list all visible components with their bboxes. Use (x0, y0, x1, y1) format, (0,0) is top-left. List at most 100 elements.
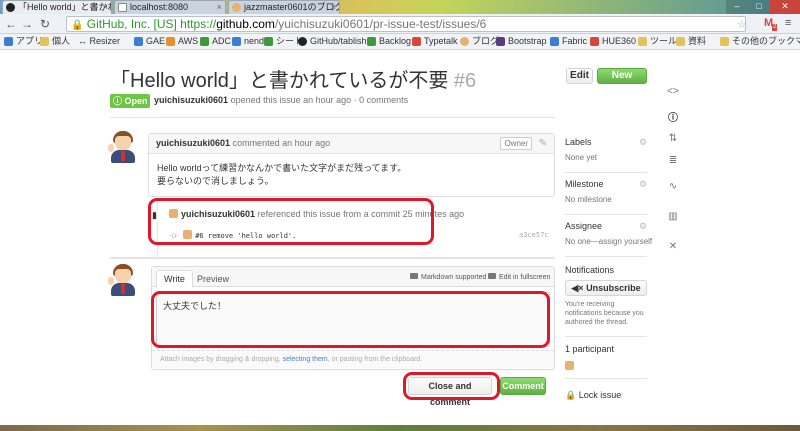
bookmark-hue360[interactable]: HUE360 (590, 34, 636, 49)
window-close-icon[interactable]: ✕ (770, 0, 800, 14)
open-issue-icon: ⓘ (113, 96, 123, 106)
bookmark-fabric[interactable]: Fabric (550, 34, 587, 49)
issue-author-link[interactable]: yuichisuzuki0601 (154, 95, 228, 105)
pull-request-icon[interactable]: ⇅ (667, 133, 679, 144)
avatar[interactable] (565, 361, 574, 370)
tab-blog[interactable]: jazzmaster0601のブログ × (228, 0, 340, 14)
bookmark-personal[interactable]: 個人 (40, 34, 70, 49)
comment-author-link[interactable]: yuichisuzuki0601 (156, 138, 230, 148)
lock-icon: 🔒 (71, 20, 84, 31)
gear-icon[interactable]: ⚙ (639, 137, 647, 148)
desktop-strip (0, 425, 800, 431)
bookmark-other[interactable]: その他のブックマーク (720, 34, 800, 49)
url-input[interactable]: 🔒 GitHub, Inc. [US] https://github.com/y… (66, 16, 746, 32)
tab-title: 「Hello world」と書かれて (18, 2, 111, 12)
new-issue-button[interactable]: New issue (597, 68, 647, 95)
bootstrap-icon (496, 37, 505, 46)
folder-icon (638, 37, 647, 46)
bookmark-adc[interactable]: ADC (200, 34, 231, 49)
graphs-icon[interactable]: ▥ (667, 211, 679, 222)
forward-icon[interactable]: → (20, 17, 34, 31)
url-path: /yuichisuzuki0601/pr-issue-test/issues/6 (274, 17, 487, 31)
bookmark-star-icon[interactable]: ☆ (737, 18, 747, 31)
divider (110, 257, 555, 259)
hue360-icon (590, 37, 599, 46)
comment-button[interactable]: Comment (500, 377, 546, 395)
edit-fullscreen-link[interactable]: Edit in fullscreen (488, 273, 550, 281)
issues-icon[interactable]: ⓘ (667, 109, 679, 124)
highlight-textarea (151, 291, 550, 348)
avatar[interactable] (108, 130, 138, 164)
commit-sha-link[interactable]: a3ce57c (519, 231, 549, 239)
bookmark-backlog[interactable]: Backlog (367, 34, 411, 49)
bookmark-typetalk[interactable]: Typetalk (412, 34, 458, 49)
avatar-icon (460, 37, 469, 46)
pencil-icon[interactable]: ✎ (539, 134, 547, 153)
menu-icon[interactable]: ≡ (785, 17, 791, 29)
lock-icon: 🔒 (565, 390, 577, 400)
select-images-link[interactable]: selecting them (283, 356, 328, 363)
sheet-icon (264, 37, 273, 46)
avatar[interactable] (108, 263, 138, 297)
gmail-unread-badge: 2 (772, 24, 778, 31)
bookmark-aws[interactable]: AWS (166, 34, 198, 49)
bookmark-nend[interactable]: nend (232, 34, 264, 49)
url-host: github.com (216, 17, 275, 31)
issue-meta: yuichisuzuki0601 opened this issue an ho… (154, 95, 409, 105)
gear-icon[interactable]: ⚙ (639, 221, 647, 232)
ev-certificate-label[interactable]: GitHub, Inc. [US] (87, 17, 177, 31)
issue-title-text: 「Hello world」と書かれているが不要 (110, 70, 449, 92)
code-icon[interactable]: <> (667, 86, 679, 97)
bookmark-apps[interactable]: アプリ (4, 34, 43, 49)
labels-section[interactable]: Labels None yet (565, 137, 597, 162)
tab-title: localhost:8080 (130, 2, 189, 12)
bookmark-tools[interactable]: ツール (638, 34, 677, 49)
attach-images-area[interactable]: Attach images by dragging & dropping, se… (152, 350, 554, 368)
maximize-icon[interactable]: □ (748, 0, 770, 14)
edit-button[interactable]: Edit (566, 68, 593, 84)
lock-issue-link[interactable]: 🔒 Lock issue (565, 390, 621, 401)
close-icon[interactable]: × (103, 1, 108, 14)
folder-icon (40, 37, 49, 46)
tab-preview[interactable]: Preview (190, 271, 236, 287)
minimize-icon[interactable]: – (726, 0, 748, 14)
nend-icon (232, 37, 241, 46)
divider (565, 256, 647, 257)
close-icon[interactable]: × (331, 1, 336, 14)
markdown-supported-link[interactable]: Markdown supported (410, 273, 486, 281)
typetalk-icon (412, 37, 421, 46)
mute-icon: ◀× (571, 283, 584, 293)
folder-icon (720, 37, 729, 46)
issue-number: #6 (453, 70, 477, 92)
highlight-close-button (403, 372, 500, 400)
milestone-section[interactable]: Milestone No milestone (565, 179, 612, 204)
address-bar-row: ← → ↻ 🔒 GitHub, Inc. [US] https://github… (0, 14, 800, 34)
comment-header: yuichisuzuki0601 commented an hour ago O… (149, 134, 554, 154)
pulse-icon[interactable]: ∿ (667, 181, 679, 192)
gear-icon[interactable]: ⚙ (639, 179, 647, 190)
browser-tab-bar: 「Hello world」と書かれて × localhost:8080 × ja… (0, 0, 800, 14)
tab-write[interactable]: Write (156, 270, 193, 288)
divider (565, 336, 647, 337)
wiki-icon[interactable]: ≣ (667, 155, 679, 166)
reload-icon[interactable]: ↻ (38, 17, 52, 31)
bookmark-docs[interactable]: 資料 (676, 34, 706, 49)
bookmark-resizer[interactable]: ↔ Resizer (78, 34, 120, 49)
apps-icon (4, 37, 13, 46)
github-icon (6, 3, 15, 12)
bookmark-gae[interactable]: GAE (134, 34, 165, 49)
bookmark-blog[interactable]: ブログ (460, 34, 499, 49)
settings-icon[interactable]: ✕ (667, 241, 679, 252)
participants-heading: 1 participant (565, 344, 615, 354)
unsubscribe-button[interactable]: ◀× Unsubscribe (565, 280, 647, 296)
avatar-icon (232, 3, 241, 12)
back-icon[interactable]: ← (4, 17, 18, 31)
tab-localhost[interactable]: localhost:8080 × (114, 0, 226, 14)
status-badge: ⓘ Open (110, 94, 150, 108)
close-icon[interactable]: × (217, 1, 222, 14)
page-icon (118, 3, 127, 12)
bookmark-github[interactable]: GitHub/tablish (298, 34, 367, 49)
bookmark-bootstrap[interactable]: Bootstrap (496, 34, 547, 49)
tab-issue[interactable]: 「Hello world」と書かれて × (2, 0, 112, 14)
window-controls: – □ ✕ (726, 0, 800, 14)
